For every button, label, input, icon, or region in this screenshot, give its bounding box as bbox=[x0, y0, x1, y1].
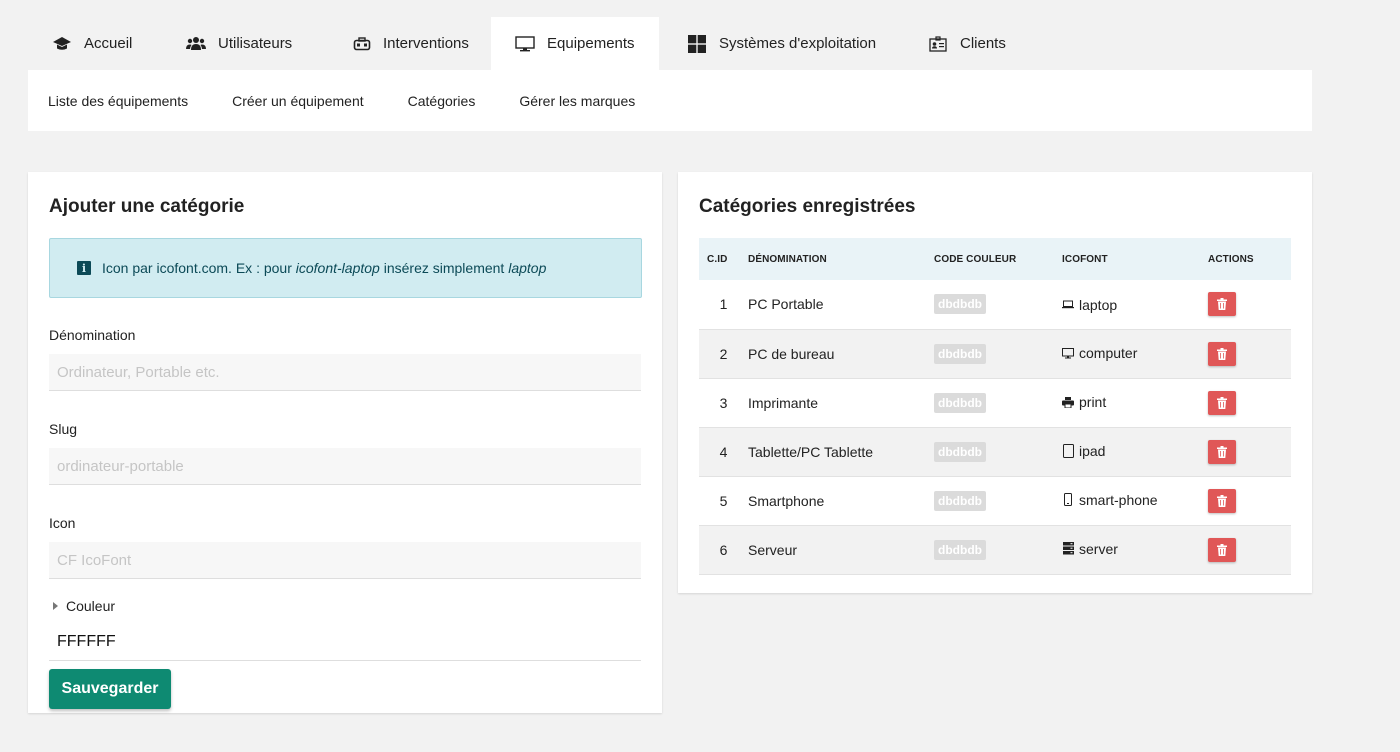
subnav-liste-equipements[interactable]: Liste des équipements bbox=[48, 93, 188, 109]
tab-label: Utilisateurs bbox=[218, 35, 293, 52]
table-row: 5 Smartphone dbdbdb smart-phone bbox=[699, 476, 1291, 525]
tab-label: Systèmes d'exploitation bbox=[719, 35, 877, 52]
caret-right-icon bbox=[53, 601, 58, 610]
id-card-icon bbox=[928, 34, 948, 54]
row-name: Serveur bbox=[748, 541, 798, 558]
tab-interventions[interactable]: Interventions bbox=[323, 17, 491, 70]
icon-label: Icon bbox=[49, 515, 76, 531]
header-icofont: Icofont bbox=[1062, 253, 1108, 265]
tab-equipements[interactable]: Equipements bbox=[491, 17, 659, 70]
form-title: Ajouter une catégorie bbox=[49, 196, 245, 217]
tab-systemes[interactable]: Systèmes d'exploitation bbox=[659, 17, 902, 70]
row-id: 2 bbox=[719, 345, 728, 362]
server-icon bbox=[1062, 542, 1074, 556]
delete-button[interactable] bbox=[1208, 537, 1236, 562]
row-id: 3 bbox=[719, 394, 728, 411]
header-actions: Actions bbox=[1208, 253, 1254, 265]
add-category-card: Ajouter une catégorie i Icon par icofont… bbox=[28, 172, 662, 713]
slug-label: Slug bbox=[49, 421, 78, 437]
icon-input[interactable] bbox=[49, 542, 641, 579]
tablet-icon bbox=[1062, 443, 1074, 458]
row-name: Smartphone bbox=[748, 492, 825, 509]
users-icon bbox=[186, 34, 206, 54]
color-badge: dbdbdb bbox=[934, 539, 986, 560]
slug-input[interactable] bbox=[49, 448, 641, 485]
computer-icon bbox=[1062, 346, 1074, 360]
row-icon-name: ipad bbox=[1079, 442, 1106, 459]
color-badge: dbdbdb bbox=[934, 294, 986, 315]
trash-icon bbox=[1217, 347, 1227, 360]
subnav-gerer-marques[interactable]: Gérer les marques bbox=[519, 93, 635, 109]
sub-navigation: Liste des équipements Créer un équipemen… bbox=[28, 70, 1312, 131]
save-button[interactable]: Sauvegarder bbox=[49, 669, 171, 709]
trash-icon bbox=[1217, 298, 1227, 311]
toolbox-icon bbox=[353, 34, 371, 54]
tab-clients[interactable]: Clients bbox=[902, 17, 1032, 70]
info-alert: i Icon par icofont.com. Ex : pour icofon… bbox=[49, 238, 642, 298]
subnav-categories[interactable]: Catégories bbox=[408, 93, 476, 109]
row-id: 5 bbox=[719, 492, 728, 509]
delete-button[interactable] bbox=[1208, 341, 1236, 366]
row-name: Imprimante bbox=[748, 394, 819, 411]
tab-utilisateurs[interactable]: Utilisateurs bbox=[157, 17, 323, 70]
color-badge: dbdbdb bbox=[934, 392, 986, 413]
trash-icon bbox=[1217, 494, 1227, 507]
trash-icon bbox=[1217, 543, 1227, 556]
row-name: PC Portable bbox=[748, 296, 824, 313]
categories-table: C.ID Dénomination Code couleur Icofont A… bbox=[699, 238, 1291, 575]
laptop-icon bbox=[1062, 298, 1074, 312]
row-icon-name: computer bbox=[1079, 345, 1138, 362]
color-badge: dbdbdb bbox=[934, 490, 986, 511]
tab-label: Accueil bbox=[84, 35, 133, 52]
row-icon-name: smart-phone bbox=[1079, 491, 1158, 508]
row-name: Tablette/PC Tablette bbox=[748, 443, 874, 460]
subnav-creer-equipement[interactable]: Créer un équipement bbox=[232, 93, 364, 109]
table-row: 6 Serveur dbdbdb server bbox=[699, 525, 1291, 574]
table-row: 3 Imprimante dbdbdb print bbox=[699, 378, 1291, 427]
row-id: 6 bbox=[719, 541, 728, 558]
couleur-toggle[interactable]: Couleur bbox=[49, 597, 642, 614]
home-icon bbox=[52, 34, 72, 54]
color-badge: dbdbdb bbox=[934, 441, 986, 462]
row-name: PC de bureau bbox=[748, 345, 835, 362]
windows-icon bbox=[687, 34, 707, 54]
delete-button[interactable] bbox=[1208, 488, 1236, 513]
main-tabs: Accueil Utilisateurs Interventions Equip… bbox=[28, 17, 1032, 70]
delete-button[interactable] bbox=[1208, 439, 1236, 464]
couleur-input[interactable] bbox=[49, 624, 641, 661]
color-badge: dbdbdb bbox=[934, 343, 986, 364]
row-id: 4 bbox=[719, 443, 728, 460]
printer-icon bbox=[1062, 395, 1074, 409]
table-header-row: C.ID Dénomination Code couleur Icofont A… bbox=[699, 238, 1291, 280]
row-icon-name: laptop bbox=[1079, 296, 1118, 313]
table-title: Catégories enregistrées bbox=[699, 196, 916, 217]
info-text: Icon par icofont.com. Ex : pour icofont-… bbox=[102, 260, 547, 276]
header-code-couleur: Code couleur bbox=[934, 253, 1017, 265]
header-cid: C.ID bbox=[707, 253, 728, 265]
delete-button[interactable] bbox=[1208, 292, 1236, 317]
delete-button[interactable] bbox=[1208, 390, 1236, 415]
categories-card: Catégories enregistrées C.ID Dénominatio… bbox=[678, 172, 1312, 593]
monitor-icon bbox=[515, 34, 535, 54]
table-row: 1 PC Portable dbdbdb laptop bbox=[699, 280, 1291, 329]
header-denomination: Dénomination bbox=[748, 253, 827, 265]
couleur-label: Couleur bbox=[66, 597, 116, 614]
trash-icon bbox=[1217, 445, 1227, 458]
trash-icon bbox=[1217, 396, 1227, 409]
info-icon: i bbox=[77, 261, 91, 275]
smartphone-icon bbox=[1062, 493, 1074, 507]
table-row: 4 Tablette/PC Tablette dbdbdb ipad bbox=[699, 427, 1291, 476]
tab-label: Equipements bbox=[547, 35, 635, 52]
tab-label: Clients bbox=[960, 35, 1006, 52]
denomination-input[interactable] bbox=[49, 354, 641, 391]
row-icon-name: print bbox=[1079, 394, 1107, 411]
table-row: 2 PC de bureau dbdbdb computer bbox=[699, 329, 1291, 378]
tab-label: Interventions bbox=[383, 35, 469, 52]
tab-accueil[interactable]: Accueil bbox=[28, 17, 157, 70]
denomination-label: Dénomination bbox=[49, 327, 136, 343]
row-icon-name: server bbox=[1079, 540, 1118, 557]
row-id: 1 bbox=[719, 296, 728, 313]
